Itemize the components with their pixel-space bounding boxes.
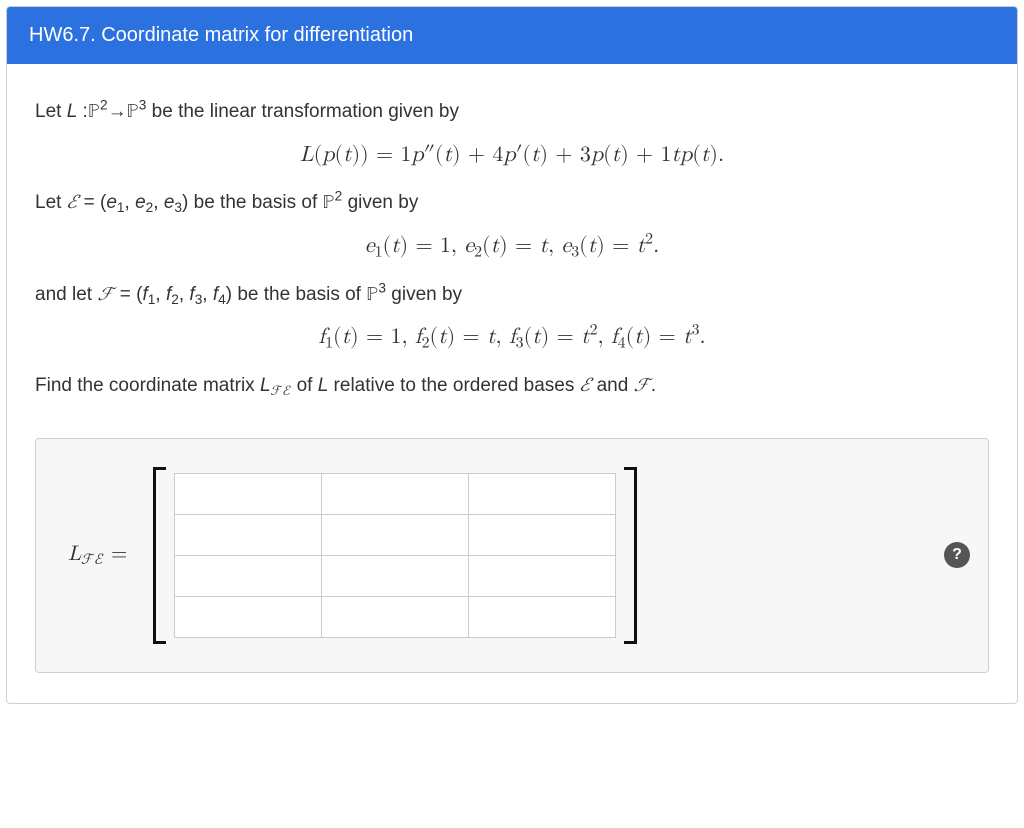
matrix-cell [469, 596, 616, 637]
matrix-cell-input[interactable] [322, 597, 468, 637]
matrix-cell-input[interactable] [469, 515, 615, 555]
text: Find the coordinate matrix [35, 375, 260, 396]
P3 [366, 285, 378, 304]
text: Let [35, 192, 67, 213]
text: and [597, 375, 634, 396]
equation-L: L(p(t)) = 1p″(t) + 4p′(t) + 3p(t) + 1tp(… [35, 140, 989, 172]
problem-line-3: and let = (f1, f2, f3, f4) be the basis … [35, 281, 989, 309]
P2 [323, 193, 335, 212]
L-op: L [318, 375, 329, 396]
answer-panel: L = ? [35, 438, 989, 673]
text: given by [391, 284, 462, 305]
P-cubed [127, 102, 139, 121]
equation-E: e1(t) = 1, e2(t) = t, e3(t) = t2. [35, 231, 989, 263]
matrix-cell [469, 555, 616, 596]
text: of [297, 375, 318, 396]
P-squared [88, 102, 100, 121]
problem-line-4: Find the coordinate matrix L of L relati… [35, 372, 989, 400]
matrix-cell [469, 473, 616, 514]
matrix-cell-input[interactable] [175, 556, 321, 596]
matrix-input [153, 467, 637, 644]
matrix-cell [469, 514, 616, 555]
text: . [651, 375, 656, 396]
text: Let [35, 101, 67, 122]
matrix-cell-input[interactable] [469, 556, 615, 596]
F-ref [634, 376, 651, 395]
matrix-row [175, 514, 616, 555]
equation-F: f1(t) = 1, f2(t) = t, f3(t) = t2, f4(t) … [35, 322, 989, 354]
E-ref [580, 376, 592, 395]
left-bracket-icon [153, 467, 170, 644]
matrix-cell-input[interactable] [175, 597, 321, 637]
matrix-cell [322, 473, 469, 514]
matrix-cell-input[interactable] [469, 474, 615, 514]
text: be the basis of [237, 284, 366, 305]
matrix-cell [322, 555, 469, 596]
matrix-cell-input[interactable] [175, 515, 321, 555]
question-title: HW6.7. Coordinate matrix for differentia… [29, 24, 413, 46]
matrix-cell [175, 555, 322, 596]
matrix-cell-input[interactable] [322, 474, 468, 514]
answer-label: L = [54, 540, 135, 570]
basis-E [67, 193, 79, 212]
text: be the linear transformation given by [152, 101, 459, 122]
basis-F [97, 285, 114, 304]
text: given by [348, 192, 419, 213]
matrix-cell [322, 596, 469, 637]
question-body: Let L :2→3 be the linear transformation … [7, 64, 1017, 703]
matrix-cell [175, 514, 322, 555]
matrix-grid [174, 473, 616, 638]
text: and let [35, 284, 97, 305]
matrix-row [175, 555, 616, 596]
L-FE: L [260, 375, 271, 396]
question-header: HW6.7. Coordinate matrix for differentia… [7, 7, 1017, 64]
right-bracket-icon [620, 467, 637, 644]
problem-line-1: Let L :2→3 be the linear transformation … [35, 98, 989, 126]
text: be the basis of [194, 192, 323, 213]
matrix-row [175, 596, 616, 637]
matrix-cell [175, 596, 322, 637]
matrix-row [175, 473, 616, 514]
help-button[interactable]: ? [944, 542, 970, 568]
L-map: L [67, 101, 78, 122]
matrix-cell [322, 514, 469, 555]
question-card: HW6.7. Coordinate matrix for differentia… [6, 6, 1018, 704]
matrix-cell-input[interactable] [175, 474, 321, 514]
matrix-cell [175, 473, 322, 514]
matrix-cell-input[interactable] [322, 556, 468, 596]
question-mark-icon: ? [952, 546, 962, 563]
matrix-cell-input[interactable] [469, 597, 615, 637]
matrix-cell-input[interactable] [322, 515, 468, 555]
text: relative to the ordered bases [334, 375, 580, 396]
problem-line-2: Let = (e1, e2, e3) be the basis of 2 giv… [35, 189, 989, 217]
